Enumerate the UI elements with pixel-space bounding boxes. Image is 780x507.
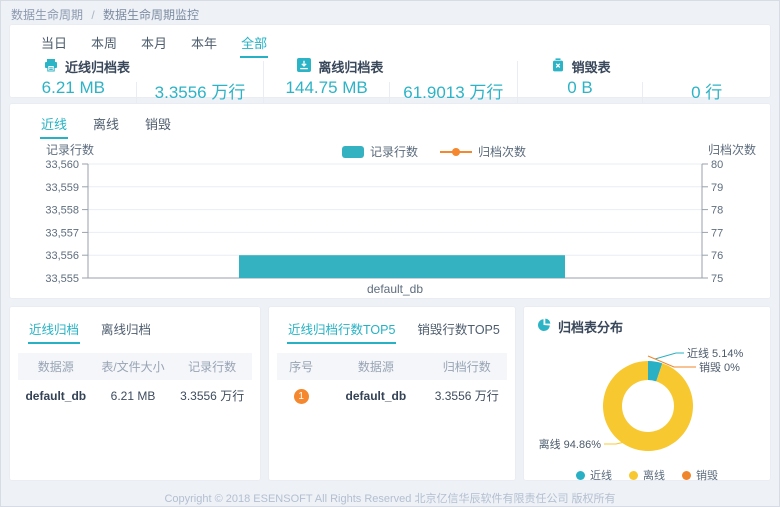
callout-near: 近线 5.14% (687, 346, 743, 360)
tab-near-archive[interactable]: 近线归档 (28, 316, 80, 344)
tab-offline[interactable]: 离线 (92, 111, 120, 139)
time-range-tabs: 当日 本周 本月 本年 全部 (10, 25, 770, 58)
col-archived-rows: 归档行数 (426, 353, 507, 380)
y2-axis-tick: 76 (711, 250, 723, 262)
breadcrumb-item-lifecycle[interactable]: 数据生命周期 (11, 8, 83, 22)
y-axis-tick: 33,558 (45, 205, 79, 217)
legend-item-destroy[interactable]: 销毁 (682, 467, 718, 483)
table-row: default_db 6.21 MB 3.3556 万行 (18, 380, 252, 411)
legend-dot (682, 471, 691, 480)
tab-offline-archive[interactable]: 离线归档 (100, 316, 152, 344)
top5-panel: 近线归档行数TOP5 销毁行数TOP5 序号 数据源 归档行数 1 defaul… (268, 306, 516, 481)
y2-axis-tick: 78 (711, 205, 723, 217)
y-axis-tick: 33,555 (45, 273, 79, 285)
callout-offline: 离线 94.86% (539, 437, 602, 451)
rank-badge: 1 (294, 389, 309, 404)
y2-axis-tick: 79 (711, 182, 723, 194)
stats-panel: 当日 本周 本月 本年 全部 近线归档表 6.21 MB 数据量 (9, 24, 771, 98)
y-axis-tick: 33,556 (45, 250, 79, 262)
col-rows: 记录行数 (172, 353, 252, 380)
tab-destroy-top5[interactable]: 销毁行数TOP5 (416, 316, 500, 344)
y-axis-tick: 33,560 (45, 159, 79, 171)
tab-this-week[interactable]: 本周 (90, 30, 118, 58)
destroy-table-icon (551, 58, 565, 75)
y-axis-tick: 33,557 (45, 227, 79, 239)
y2-axis-tick: 77 (711, 227, 723, 239)
callout-destroy: 销毁 0% (699, 360, 740, 374)
breadcrumb-item-monitor: 数据生命周期监控 (103, 8, 199, 22)
legend-dot (629, 471, 638, 480)
tab-all[interactable]: 全部 (240, 30, 268, 58)
records-chart-panel: 近线 离线 销毁 记录行数 归档次数 记录行数 归档次数 33,560 80 33,559 7… (9, 103, 771, 299)
dashboard-screen: 数据生命周期 / 数据生命周期监控 当日 本周 本月 本年 全部 近线归档表 (0, 0, 780, 507)
svg-text:记录行数: 记录行数 (370, 144, 418, 159)
tab-this-year[interactable]: 本年 (190, 30, 218, 58)
x-axis-category: default_db (367, 282, 423, 296)
bar-default-db[interactable] (239, 255, 565, 278)
tab-today[interactable]: 当日 (40, 30, 68, 58)
stat-title: 近线归档表 (65, 57, 130, 76)
breadcrumb-separator: / (91, 8, 94, 22)
chart-mode-tabs: 近线 离线 销毁 (10, 104, 770, 139)
tab-this-month[interactable]: 本月 (140, 30, 168, 58)
archive-table: 数据源 表/文件大小 记录行数 default_db 6.21 MB 3.355… (18, 353, 252, 411)
donut-legend: 近线 离线 销毁 (524, 467, 770, 483)
near-archive-icon (44, 58, 58, 75)
svg-text:归档次数: 归档次数 (478, 144, 526, 159)
y2-axis-tick: 80 (711, 159, 723, 171)
bottom-panels: 近线归档 离线归档 数据源 表/文件大小 记录行数 default_db 6.2… (9, 306, 771, 481)
records-bar-chart[interactable]: 记录行数 归档次数 记录行数 归档次数 33,560 80 33,559 79 33,558 78… (10, 141, 772, 303)
breadcrumb: 数据生命周期 / 数据生命周期监控 (11, 6, 199, 23)
col-datasource: 数据源 (325, 353, 426, 380)
archive-distribution-donut[interactable]: 近线 5.14%销毁 0% 离线 94.86% (524, 338, 770, 466)
archive-detail-panel: 近线归档 离线归档 数据源 表/文件大小 记录行数 default_db 6.2… (9, 306, 261, 481)
legend-bar-swatch (342, 146, 364, 158)
left-axis-name: 记录行数 (46, 142, 94, 157)
panel-title: 归档表分布 (558, 317, 623, 336)
tab-near-top5[interactable]: 近线归档行数TOP5 (287, 316, 396, 344)
archive-distribution-panel: 归档表分布 近线 5.14%销毁 0% 离线 94.86% 近线 离线 销毁 (523, 306, 771, 481)
top5-table: 序号 数据源 归档行数 1 default_db 3.3556 万行 (277, 353, 507, 411)
legend-dot (576, 471, 585, 480)
col-size: 表/文件大小 (94, 353, 173, 380)
col-datasource: 数据源 (18, 353, 94, 380)
legend-item-offline[interactable]: 离线 (629, 467, 665, 483)
y-axis-tick: 33,559 (45, 182, 79, 194)
y2-axis-tick: 75 (711, 273, 723, 285)
stat-title: 销毁表 (572, 57, 611, 76)
tab-near[interactable]: 近线 (40, 111, 68, 139)
right-axis-name: 归档次数 (708, 142, 756, 157)
table-row: 1 default_db 3.3556 万行 (277, 380, 507, 411)
legend-item-near[interactable]: 近线 (576, 467, 612, 483)
pie-chart-icon (537, 318, 551, 335)
copyright-footer: Copyright © 2018 ESENSOFT All Rights Res… (1, 490, 779, 506)
col-index: 序号 (277, 353, 325, 380)
donut-slice-1[interactable] (603, 361, 693, 451)
stat-title: 离线归档表 (318, 57, 383, 76)
tab-destroy[interactable]: 销毁 (144, 111, 172, 139)
offline-archive-icon (297, 58, 311, 75)
